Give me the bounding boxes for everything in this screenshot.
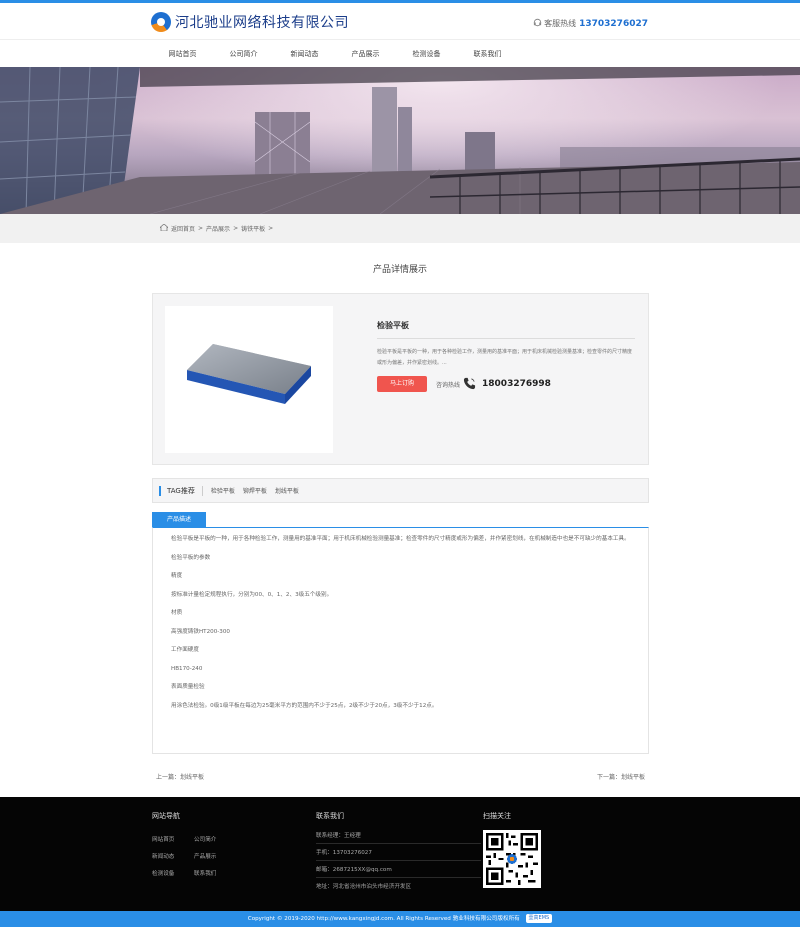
- tab-product-description[interactable]: 产品描述: [152, 512, 206, 527]
- product-description: 检验平板是平板的一种，用于各种检验工作，测量用的基准平面；用于机床机械检验测量基…: [377, 349, 633, 366]
- detail-paragraph: HB170-240: [171, 665, 203, 672]
- breadcrumb: 返回首页 > 产品展示 > 铸铁平板 >: [158, 223, 276, 233]
- detail-paragraph: 检验平板的参数: [171, 554, 211, 561]
- tag-title: TAG推荐: [167, 485, 203, 496]
- divider: [316, 860, 481, 861]
- next-article-link[interactable]: 下一篇：划线平板: [597, 772, 645, 781]
- action-row: 马上订购 咨询热线 18003276998: [377, 376, 635, 392]
- contact-manager: 联系经理：王经理: [316, 833, 361, 839]
- nav-item-contact[interactable]: 联系我们: [457, 49, 518, 59]
- logo[interactable]: 河北驰业网络科技有限公司: [151, 12, 349, 32]
- breadcrumb-bar: 返回首页 > 产品展示 > 铸铁平板 >: [0, 214, 800, 243]
- product-detail-content: 检验平板是平板的一种，用于各种检验工作，测量用的基准平面；用于机床机械检验测量基…: [152, 527, 649, 754]
- tag-link[interactable]: 划线平板: [275, 486, 299, 495]
- tag-bar: TAG推荐 检验平板 铆焊平板 划线平板: [152, 478, 649, 503]
- footer-link[interactable]: 新闻动态: [152, 852, 174, 860]
- footer-link[interactable]: 公司简介: [194, 835, 216, 843]
- phone-icon: [463, 377, 476, 392]
- detail-paragraph: 精度: [171, 573, 183, 579]
- divider: [316, 843, 481, 844]
- detail-paragraph: 表面质量检验: [171, 684, 205, 690]
- nav-item-news[interactable]: 新闻动态: [274, 49, 335, 59]
- prev-article-link[interactable]: 上一篇：划线平板: [156, 772, 204, 781]
- product-name: 检验平板: [377, 320, 635, 339]
- contact-email: 邮箱：2687215XX@qq.com: [316, 867, 392, 873]
- footer-nav-title: 网站导航: [152, 812, 180, 820]
- divider: [316, 877, 481, 878]
- footer-link[interactable]: 检测设备: [152, 869, 174, 877]
- copyright-text: Copyright © 2019-2020 http://www.kangxin…: [247, 916, 520, 922]
- site-header: 河北驰业网络科技有限公司 客服热线 13703276027: [0, 3, 800, 39]
- detail-paragraph: 按标准计量检定规程执行，分别为00、0、1、2、3级五个级别。: [171, 591, 333, 598]
- headset-icon: [533, 18, 542, 29]
- copyright-bar: Copyright © 2019-2020 http://www.kangxin…: [0, 911, 800, 927]
- page-title: 产品详情展示: [372, 265, 427, 275]
- breadcrumb-products-link[interactable]: 产品展示: [206, 224, 230, 233]
- tag-link[interactable]: 检验平板: [211, 486, 235, 495]
- nav-item-about[interactable]: 公司简介: [213, 49, 274, 59]
- nav-item-products[interactable]: 产品展示: [335, 49, 396, 59]
- hotline: 客服热线 13703276027: [533, 18, 648, 29]
- breadcrumb-home-link[interactable]: 返回首页: [171, 224, 195, 233]
- nav-item-home[interactable]: 网站首页: [152, 49, 213, 59]
- qr-code-icon: [483, 830, 541, 888]
- footer-scan-title: 扫描关注: [483, 812, 511, 820]
- hotline-label: 客服热线: [544, 19, 577, 28]
- buy-now-button[interactable]: 马上订购: [377, 376, 427, 392]
- detail-paragraph: 材质: [171, 610, 183, 616]
- logo-icon: [151, 12, 171, 32]
- footer-link[interactable]: 产品展示: [194, 852, 216, 860]
- footer-contact-title: 联系我们: [316, 812, 344, 820]
- product-info: 检验平板 检验平板是平板的一种，用于各种检验工作，测量用的基准平面；用于机床机械…: [377, 320, 635, 392]
- detail-paragraph: 高强度铸铁HT200-300: [171, 628, 230, 635]
- product-image: [165, 306, 333, 453]
- breadcrumb-category-link[interactable]: 铸铁平板: [241, 224, 265, 233]
- detail-paragraph: 用涂色法检验。0级1级平板在每边为25毫米平方的范围内不少于25点，2级不少于2…: [171, 702, 438, 709]
- contact-address: 地址：河北省沧州市泊头市经济开发区: [316, 884, 412, 890]
- consult-label: 咨询热线: [436, 381, 461, 389]
- cms-badge[interactable]: 壹高EMS: [525, 914, 553, 923]
- nav-item-equipment[interactable]: 检测设备: [396, 49, 457, 59]
- detail-paragraph: 检验平板是平板的一种，用于各种检验工作，测量用的基准平面；用于机床机械检验测量基…: [171, 536, 630, 542]
- hero-banner: [0, 67, 800, 214]
- main-nav: 网站首页 公司简介 新闻动态 产品展示 检测设备 联系我们: [0, 39, 800, 67]
- company-name: 河北驰业网络科技有限公司: [175, 15, 349, 31]
- site-footer: 网站导航 网站首页 公司简介 新闻动态 产品展示 检测设备 联系我们 联系我们 …: [0, 797, 800, 911]
- footer-link[interactable]: 联系我们: [194, 869, 216, 877]
- tag-accent-mark: [159, 485, 161, 496]
- breadcrumb-separator: >: [268, 225, 274, 232]
- consult-number: 18003276998: [482, 379, 551, 389]
- inspection-plate-image: [187, 344, 311, 404]
- tag-link[interactable]: 铆焊平板: [243, 486, 267, 495]
- detail-paragraph: 工作面硬度: [171, 647, 199, 653]
- hotline-number: 13703276027: [579, 18, 648, 29]
- product-panel: 检验平板 检验平板是平板的一种，用于各种检验工作，测量用的基准平面；用于机床机械…: [152, 293, 649, 465]
- breadcrumb-separator: >: [198, 225, 204, 232]
- home-icon: [158, 223, 170, 233]
- contact-phone: 手机：13703276027: [316, 850, 372, 856]
- breadcrumb-separator: >: [233, 225, 239, 232]
- footer-link[interactable]: 网站首页: [152, 835, 174, 843]
